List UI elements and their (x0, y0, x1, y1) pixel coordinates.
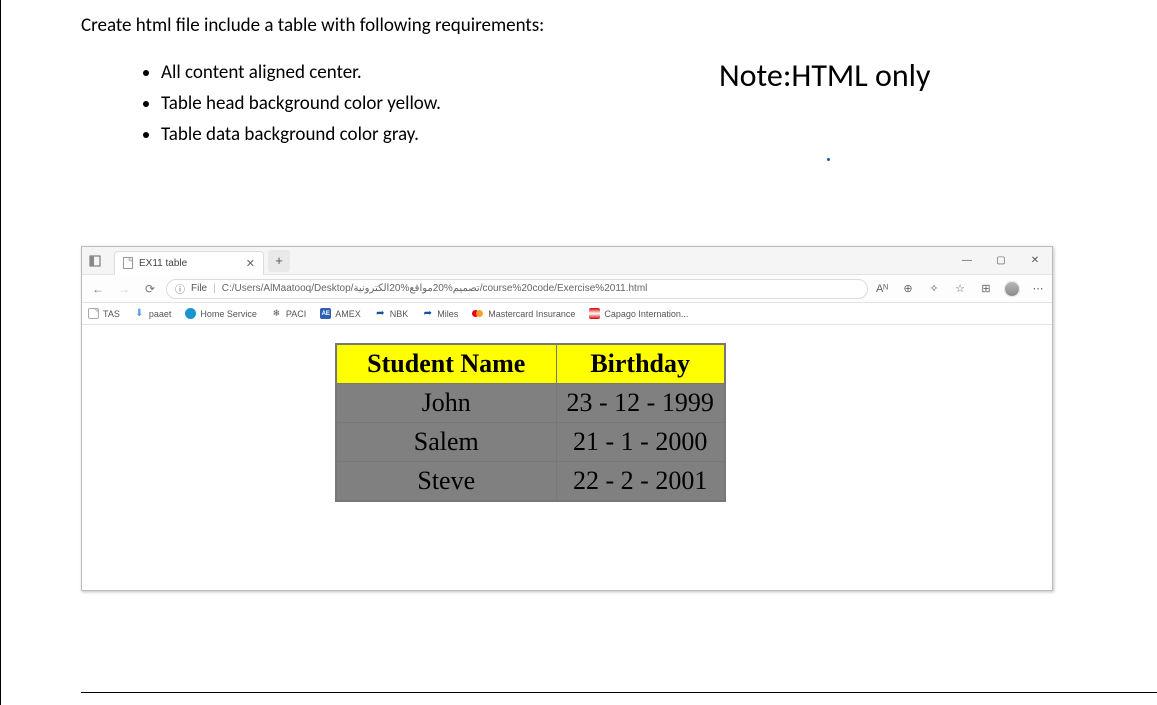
bookmark-label: Home Service (200, 309, 257, 319)
url-scheme: File (191, 283, 207, 294)
document-page: Create html file include a table with fo… (0, 0, 1157, 705)
bookmark-item[interactable]: ⬇ paaet (134, 308, 172, 319)
bookmark-item[interactable]: TAS (88, 308, 120, 319)
instruction-item: Table head background color yellow. (161, 92, 1157, 115)
bookmark-item[interactable]: ➦ NBK (375, 308, 409, 319)
table-row: Salem 21 - 1 - 2000 (336, 423, 725, 462)
cell-name: John (336, 384, 556, 423)
browser-window: EX11 table ✕ + — ▢ ✕ ← → ⟳ ⓘ File | C:/U… (81, 246, 1053, 591)
cell-name: Steve (336, 462, 556, 502)
th-name: Student Name (336, 344, 556, 384)
minimize-button[interactable]: — (950, 247, 984, 275)
refresh-button[interactable]: ⟳ (140, 279, 160, 299)
note-label: Note:HTML only (719, 56, 930, 95)
table-row: Steve 22 - 2 - 2001 (336, 462, 725, 502)
address-bar: ← → ⟳ ⓘ File | C:/Users/AlMaatooq/Deskto… (82, 275, 1052, 303)
instruction-list: All content aligned center. Table head b… (121, 61, 1157, 146)
cell-name: Salem (336, 423, 556, 462)
toolbar-right: Aᴺ ⊕ ✧ ☆ ⊞ ⋯ (874, 281, 1046, 297)
amex-icon: AE (320, 308, 331, 319)
cell-birthday: 23 - 12 - 1999 (556, 384, 725, 423)
instruction-item: All content aligned center. (161, 61, 1157, 84)
shopping-icon[interactable]: ✧ (926, 281, 942, 297)
maximize-button[interactable]: ▢ (984, 247, 1018, 275)
flag-icon (589, 308, 600, 319)
snowflake-icon: ❄ (271, 308, 282, 319)
bookmark-label: Mastercard Insurance (488, 309, 575, 319)
bookmark-item[interactable]: Mastercard Insurance (472, 308, 575, 319)
table-row: John 23 - 12 - 1999 (336, 384, 725, 423)
menu-icon[interactable]: ⋯ (1030, 281, 1046, 297)
page-icon (123, 257, 133, 269)
read-aloud-icon[interactable]: Aᴺ (874, 281, 890, 297)
cell-birthday: 22 - 2 - 2001 (556, 462, 725, 502)
url-input[interactable]: ⓘ File | C:/Users/AlMaatooq/Desktop/تصمي… (166, 279, 868, 299)
bookmark-item[interactable]: ❄ PACI (271, 308, 306, 319)
bookmark-label: NBK (390, 309, 409, 319)
info-icon: ⓘ (175, 281, 185, 296)
favorites-icon[interactable]: ☆ (952, 281, 968, 297)
arrow-icon: ➦ (422, 308, 433, 319)
cursor-dot (827, 158, 830, 161)
bookmark-item[interactable]: ➦ Miles (422, 308, 458, 319)
bookmark-label: AMEX (335, 309, 361, 319)
bookmark-label: Miles (437, 309, 458, 319)
instruction-title: Create html file include a table with fo… (81, 14, 1157, 37)
bookmark-item[interactable]: AE AMEX (320, 308, 361, 319)
bookmark-label: Capago Internation... (604, 309, 688, 319)
download-icon: ⬇ (134, 308, 145, 319)
back-button[interactable]: ← (88, 279, 108, 299)
forward-button[interactable]: → (114, 279, 134, 299)
cell-birthday: 21 - 1 - 2000 (556, 423, 725, 462)
table-header-row: Student Name Birthday (336, 344, 725, 384)
bookmark-item[interactable]: Capago Internation... (589, 308, 688, 319)
url-separator: | (213, 283, 216, 294)
bookmark-item[interactable]: Home Service (185, 308, 257, 319)
zoom-icon[interactable]: ⊕ (900, 281, 916, 297)
bookmark-label: TAS (103, 309, 120, 319)
arrow-icon: ➦ (375, 308, 386, 319)
browser-tab[interactable]: EX11 table ✕ (114, 251, 264, 275)
new-tab-button[interactable]: + (268, 250, 290, 272)
close-icon[interactable]: ✕ (246, 257, 255, 270)
tab-actions-icon[interactable] (82, 247, 108, 274)
profile-avatar[interactable] (1004, 281, 1020, 297)
bookmark-label: PACI (286, 309, 306, 319)
th-birthday: Birthday (556, 344, 725, 384)
window-controls: — ▢ ✕ (950, 247, 1052, 275)
instruction-item: Table data background color gray. (161, 123, 1157, 146)
students-table: Student Name Birthday John 23 - 12 - 199… (335, 343, 726, 502)
bookmark-label: paaet (149, 309, 172, 319)
page-icon (88, 308, 99, 319)
tab-title: EX11 table (139, 258, 240, 269)
bookmarks-bar: TAS ⬇ paaet Home Service ❄ PACI AE AMEX ➦ NB… (82, 303, 1052, 325)
title-bar: EX11 table ✕ + — ▢ ✕ (82, 247, 1052, 275)
close-button[interactable]: ✕ (1018, 247, 1052, 275)
mastercard-icon (472, 308, 484, 319)
page-content: Student Name Birthday John 23 - 12 - 199… (82, 325, 1052, 590)
collections-icon[interactable]: ⊞ (978, 281, 994, 297)
circle-icon (185, 308, 196, 319)
url-path: C:/Users/AlMaatooq/Desktop/تصميم%20مواقع… (222, 283, 648, 294)
